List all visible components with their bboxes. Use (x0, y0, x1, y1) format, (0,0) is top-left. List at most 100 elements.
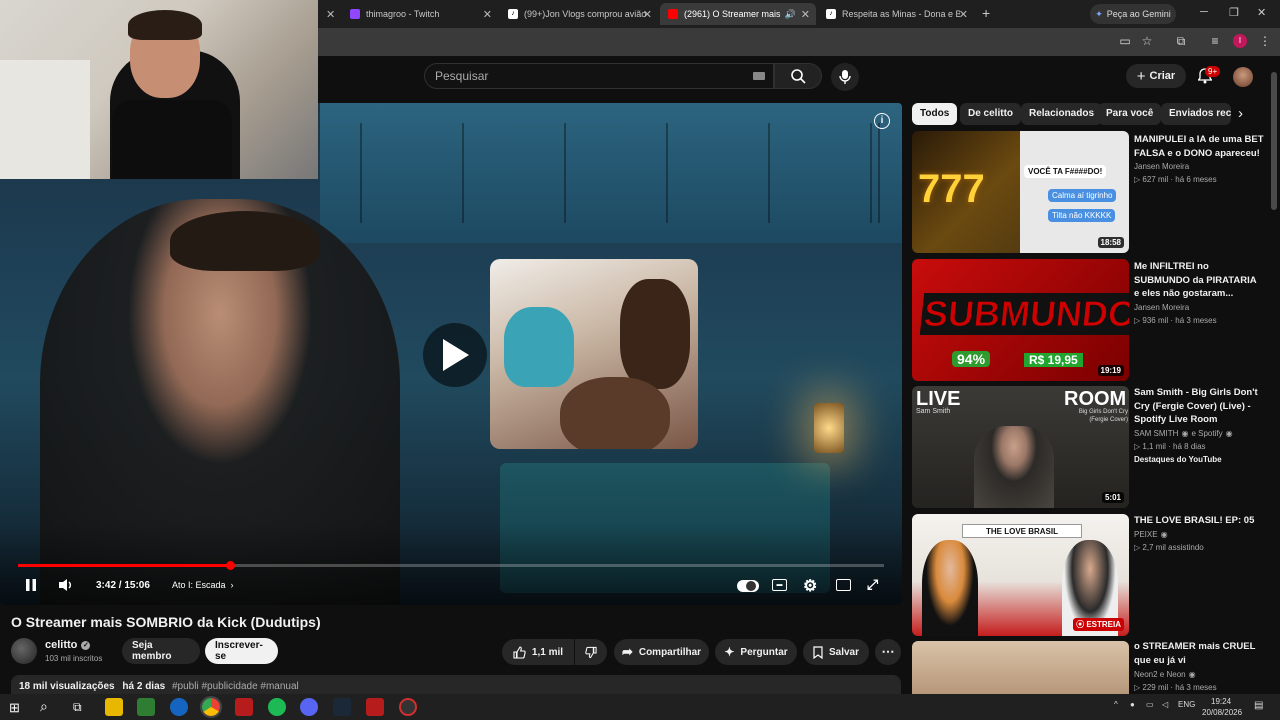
subscribe-button[interactable]: Inscrever-se (205, 638, 278, 664)
language-indicator[interactable]: ENG (1178, 700, 1195, 709)
keyboard-icon[interactable] (753, 72, 765, 80)
more-actions-button[interactable]: ⋯ (875, 639, 901, 665)
create-button[interactable]: + Criar (1126, 64, 1186, 88)
discord-icon[interactable] (300, 698, 318, 716)
theater-mode-icon[interactable] (836, 579, 851, 591)
file-explorer-icon[interactable] (105, 698, 123, 716)
new-tab-icon[interactable]: + (982, 5, 990, 21)
thumb-bubble: VOCÊ TA F####DO! (1024, 165, 1107, 178)
search-icon[interactable]: ⌕ (40, 698, 48, 715)
tab-youtube-active[interactable]: (2961) O Streamer mais SOM 🔊 ✕ (660, 3, 816, 25)
search-input[interactable]: Pesquisar (424, 63, 774, 89)
channel-name-row[interactable]: celitto ✓ (45, 639, 91, 651)
edge-icon[interactable] (170, 698, 188, 716)
like-button[interactable]: 1,1 mil (502, 639, 574, 665)
windows-start-icon[interactable]: ⊞ (9, 700, 20, 716)
chevron-right-icon: › (230, 580, 234, 590)
menu-icon[interactable]: ⋮ (1258, 34, 1272, 48)
subtitles-icon[interactable]: ▬ (772, 579, 787, 591)
rec-channel-row[interactable]: PEIXE ◉ (1134, 528, 1274, 541)
chip-for-you[interactable]: Para você (1098, 103, 1162, 125)
volume-tray-icon[interactable]: ◁ (1162, 700, 1168, 709)
search-button[interactable] (774, 63, 822, 89)
autoplay-toggle[interactable] (737, 580, 759, 592)
dislike-button[interactable] (575, 639, 607, 665)
close-tab-icon[interactable]: ✕ (326, 8, 335, 21)
description-box[interactable]: 18 mil visualizações há 2 dias #publi #p… (11, 675, 901, 695)
cast-icon[interactable]: ▭ (1118, 34, 1132, 48)
rec-thumbnail-5[interactable] (912, 641, 1129, 694)
chip-from-channel[interactable]: De celitto (960, 103, 1022, 125)
network-icon[interactable]: ▭ (1146, 700, 1154, 709)
rec-thumbnail-4[interactable]: THE LOVE BRASIL ⦿ ESTREIA (912, 514, 1129, 636)
chip-related[interactable]: Relacionados (1021, 103, 1103, 125)
maximize-icon[interactable]: ❐ (1229, 6, 1239, 19)
task-view-icon[interactable]: ⧉ (73, 700, 82, 715)
rec-title[interactable]: o STREAMER mais CRUEL que eu já vi (1134, 640, 1264, 667)
rec-channel[interactable]: Jansen Moreira (1134, 301, 1274, 314)
rec-title[interactable]: Sam Smith - Big Girls Don't Cry (Fergie … (1134, 386, 1264, 427)
tab-respeita-as-minas[interactable]: ♪ Respeita as Minas - Dona e Bia ✕ (818, 3, 974, 25)
rec-title[interactable]: Me INFILTREI no SUBMUNDO da PIRATARIA e … (1134, 260, 1264, 301)
close-tab-icon[interactable]: ✕ (643, 8, 652, 21)
bookmark-star-icon[interactable]: ☆ (1140, 34, 1154, 48)
rec-channel[interactable]: SAM SMITH (1134, 427, 1178, 440)
clock-date[interactable]: 20/08/2026 (1202, 708, 1242, 717)
tray-overflow-icon[interactable]: ^ (1114, 700, 1118, 709)
rec-thumbnail-3[interactable]: LIVE Sam Smith ROOM Big Girls Don't Cry … (912, 386, 1129, 508)
account-avatar[interactable] (1233, 67, 1253, 87)
play-overlay-button[interactable] (423, 323, 487, 387)
speaker-icon[interactable]: 🔊 (785, 9, 796, 20)
steam-icon[interactable] (333, 698, 351, 716)
spotify-icon[interactable] (268, 698, 286, 716)
app-icon-red-2[interactable] (366, 698, 384, 716)
rec-title[interactable]: MANIPULEI a IA de uma BET FALSA e o DONO… (1134, 133, 1264, 160)
minimize-icon[interactable]: ─ (1200, 6, 1208, 18)
chapter-button[interactable]: Ato I: Escada › (172, 580, 234, 590)
gemini-button[interactable]: ✦ Peça ao Gemini (1090, 4, 1176, 24)
tab-twitch[interactable]: thimagroo - Twitch ✕ (342, 3, 498, 25)
rec-channel-2[interactable]: e Spotify (1191, 427, 1222, 440)
rec-title[interactable]: THE LOVE BRASIL! EP: 05 (1134, 514, 1264, 528)
rec-thumbnail-2[interactable]: SUBMUNDO 94% R$ 19,95 19:19 (912, 259, 1129, 381)
pause-button[interactable] (24, 578, 38, 592)
hashtags[interactable]: #publi #publicidade #manual (172, 681, 299, 692)
reading-list-icon[interactable]: ≡ (1208, 34, 1222, 48)
chip-recently-uploaded[interactable]: Enviados rec (1161, 103, 1231, 125)
share-button[interactable]: ➦ Compartilhar (614, 639, 709, 665)
mic-tray-icon[interactable]: ● (1130, 700, 1135, 709)
tab-jon-vlogs[interactable]: ♪ (99+)Jon Vlogs comprou avião ✕ (500, 3, 658, 25)
chips-next-icon[interactable]: › (1238, 105, 1243, 122)
rec-channel[interactable]: Jansen Moreira (1134, 160, 1274, 173)
page-scrollbar[interactable] (1271, 72, 1277, 210)
close-tab-icon[interactable]: ✕ (959, 8, 968, 21)
rec-channel-row[interactable]: Neon2 e Neon ◉ (1134, 668, 1274, 681)
ask-button[interactable]: ✦ Perguntar (715, 639, 797, 665)
volume-button[interactable] (58, 578, 74, 592)
channel-avatar[interactable] (11, 638, 37, 664)
chrome-icon[interactable] (200, 696, 222, 718)
rec-channel[interactable]: Neon2 e Neon (1134, 668, 1186, 681)
close-tab-icon[interactable]: ✕ (801, 8, 810, 21)
chip-all[interactable]: Todos (912, 103, 958, 125)
notification-center-icon[interactable]: ▤ (1254, 700, 1263, 711)
extensions-icon[interactable]: ⧉ (1174, 34, 1188, 48)
join-button[interactable]: Seja membro (122, 638, 200, 664)
rec-channel[interactable]: PEIXE (1134, 528, 1158, 541)
obs-icon[interactable] (399, 698, 417, 716)
settings-gear-icon[interactable]: ⚙ (803, 576, 817, 596)
fullscreen-icon[interactable]: ⤢ (867, 576, 878, 593)
profile-avatar[interactable]: I (1233, 34, 1247, 48)
voice-search-button[interactable] (831, 63, 859, 91)
rec-thumbnail-1[interactable]: 777 VOCÊ TA F####DO! Calma aí tigrinho T… (912, 131, 1129, 253)
close-tab-icon[interactable]: ✕ (483, 8, 492, 21)
close-window-icon[interactable]: ✕ (1257, 6, 1266, 19)
app-icon-red-1[interactable] (235, 698, 253, 716)
clock-time[interactable]: 19:24 (1211, 697, 1231, 706)
channel-name[interactable]: celitto (45, 639, 77, 651)
info-icon[interactable]: i (874, 113, 890, 129)
rec-channel-row[interactable]: SAM SMITH ◉ e Spotify ◉ (1134, 427, 1274, 440)
store-icon[interactable] (137, 698, 155, 716)
save-button[interactable]: Salvar (803, 639, 869, 665)
video-duration: 5:01 (1101, 492, 1124, 503)
